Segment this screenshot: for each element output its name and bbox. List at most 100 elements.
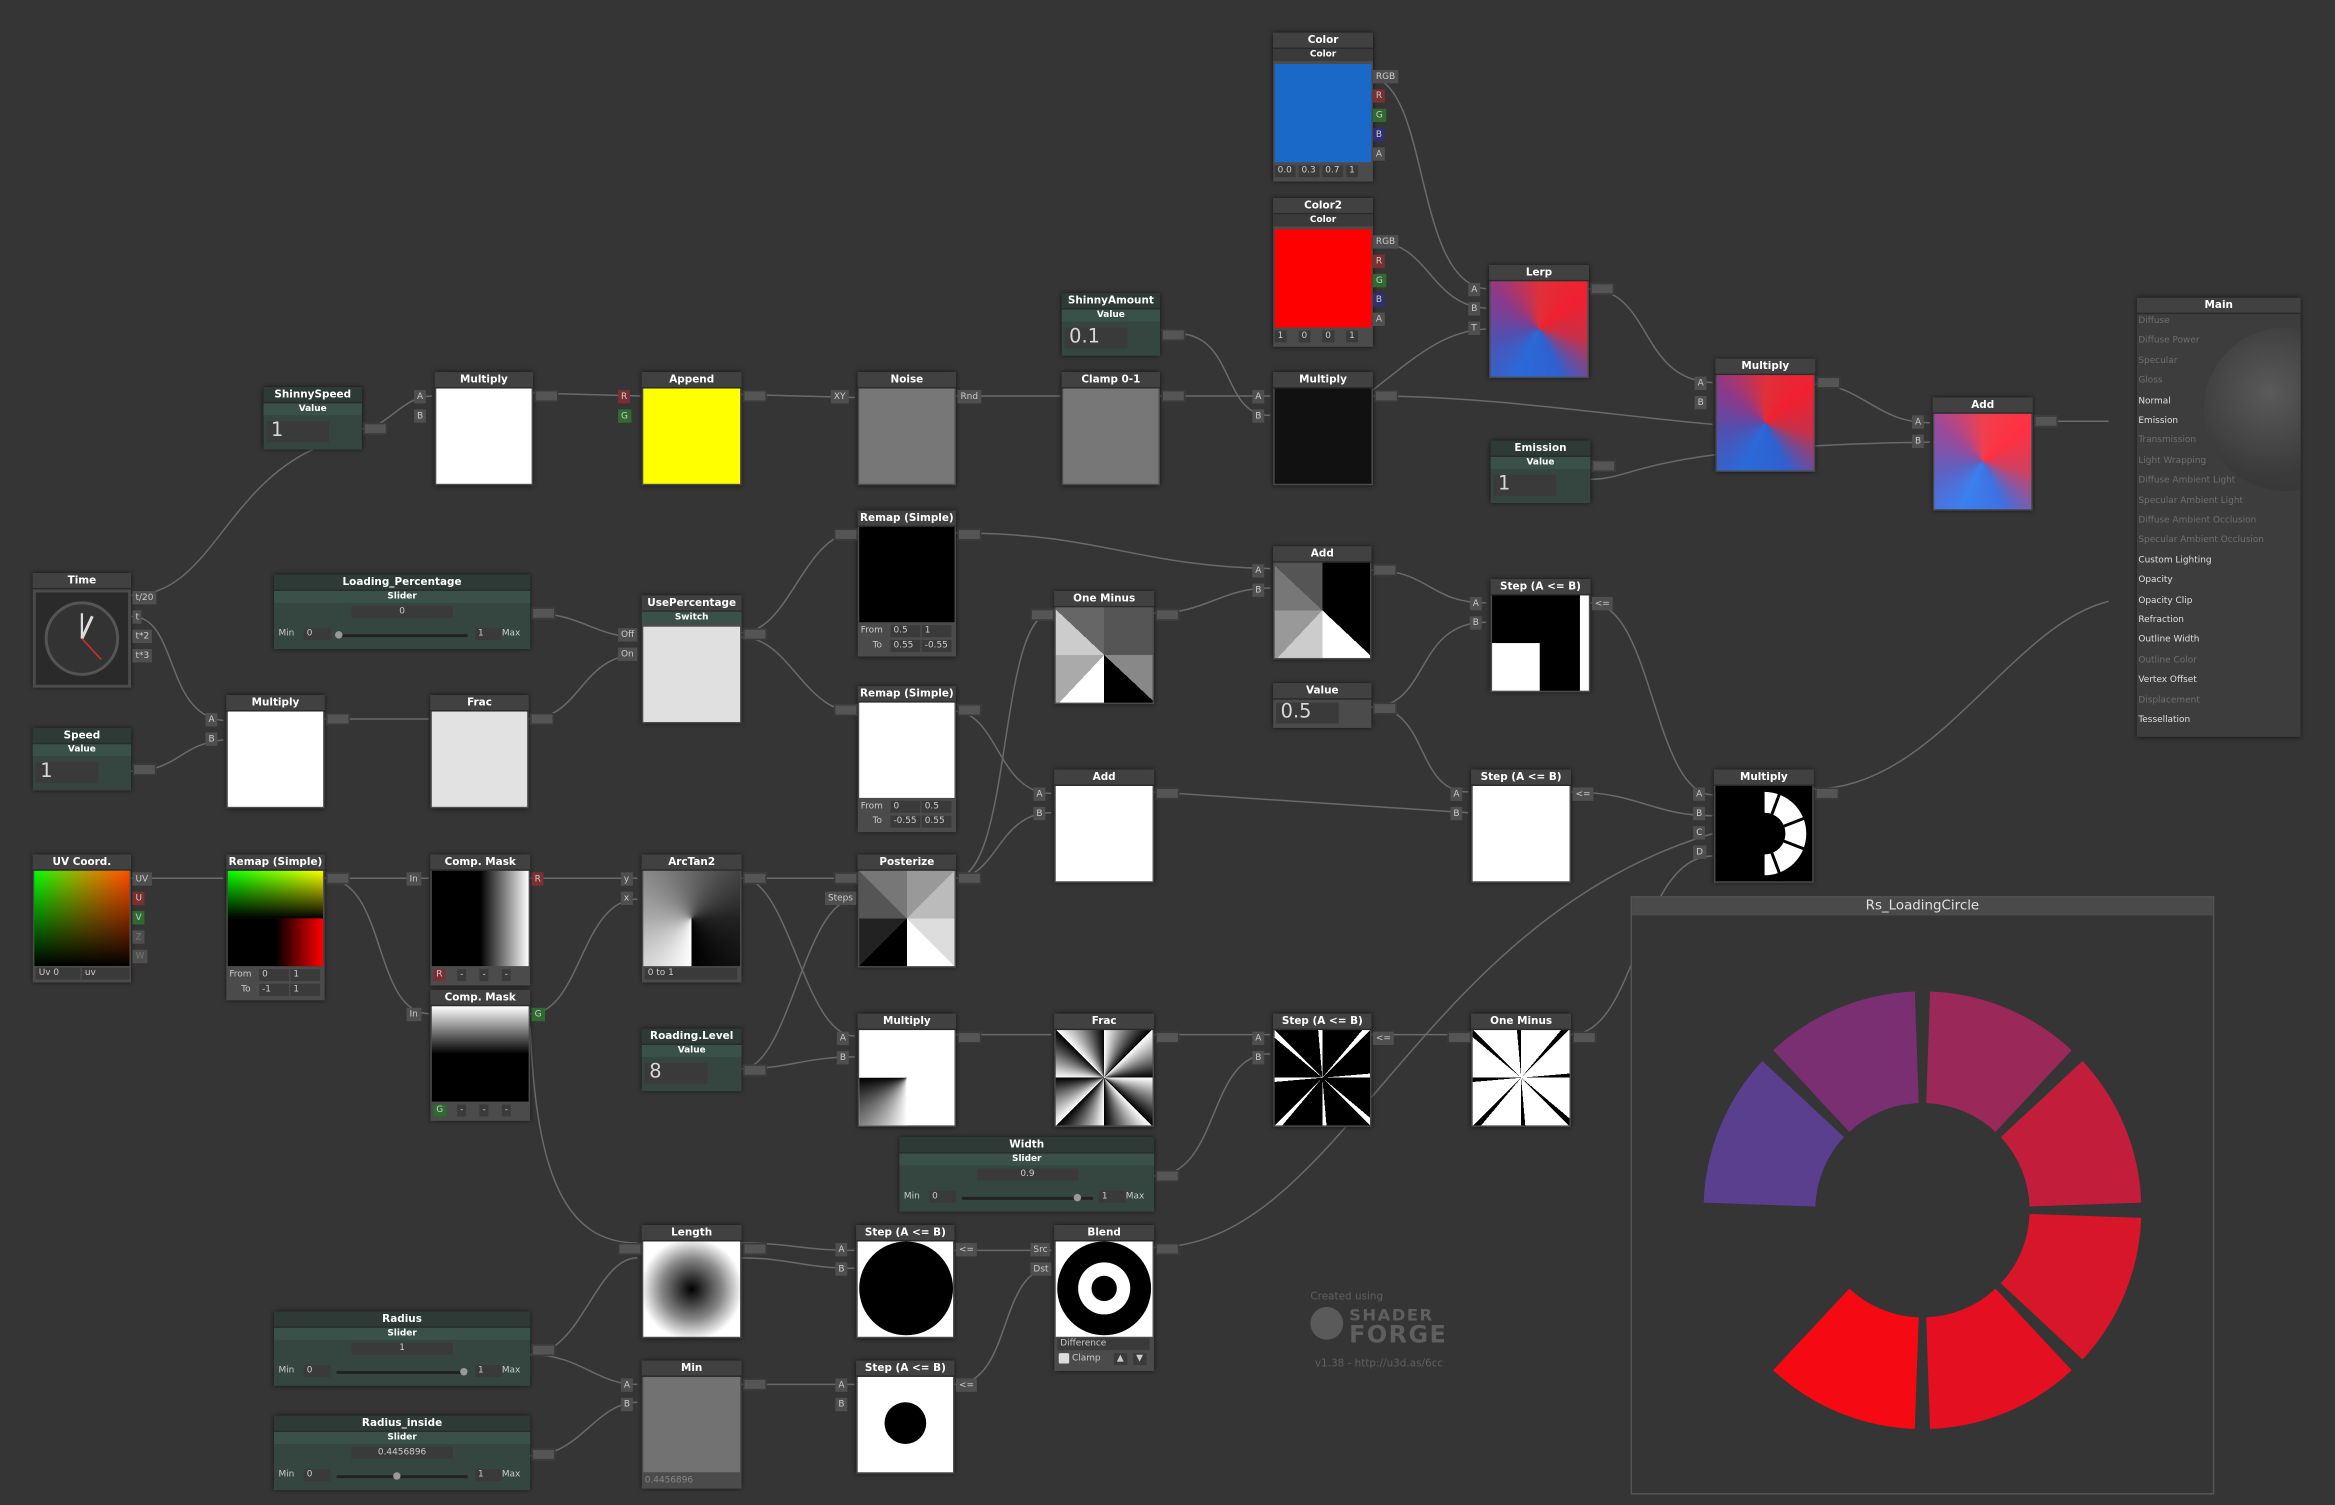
min-input[interactable]: 0	[303, 1469, 331, 1482]
speed-value[interactable]: 1	[35, 761, 99, 784]
port-a[interactable]: A	[1372, 312, 1386, 327]
multiply-node[interactable]: Multiply A B C D	[1693, 769, 1840, 883]
input-port[interactable]	[1447, 1031, 1472, 1044]
output-port[interactable]	[1155, 1031, 1180, 1044]
port-b[interactable]: B	[1033, 806, 1046, 821]
shinny-amount-node[interactable]: ShinnyAmount Value 0.1	[1061, 293, 1186, 356]
main-input-row[interactable]: Transmission	[2137, 432, 2274, 450]
multiply-node[interactable]: Multiply A B	[413, 372, 559, 486]
output-port[interactable]	[1591, 459, 1616, 472]
port-a[interactable]: A	[1450, 787, 1463, 801]
output-port[interactable]	[1155, 1242, 1180, 1255]
max-input[interactable]: 1	[475, 628, 502, 641]
port-a[interactable]: A	[1372, 147, 1386, 161]
to-min[interactable]: -0.55	[890, 815, 921, 828]
width-slider-node[interactable]: Width Slider 0.9 Min 0 1 Max	[899, 1137, 1180, 1212]
multiply-node[interactable]: Multiply A B	[836, 1013, 982, 1127]
from-max[interactable]: 1	[290, 969, 321, 981]
arctan2-node[interactable]: ArcTan2 0 to 1 y x	[620, 854, 767, 983]
color-value-g[interactable]: 0	[1298, 330, 1311, 343]
time-port-t20[interactable]: t/20	[132, 590, 157, 605]
output-port[interactable]	[531, 1448, 556, 1461]
output-port[interactable]	[743, 628, 767, 641]
noise-node[interactable]: Noise XY Rnd	[830, 372, 981, 486]
port-r[interactable]: R	[617, 390, 631, 404]
output-port[interactable]	[531, 607, 556, 620]
use-percentage-switch-node[interactable]: UsePercentage Switch Off On	[617, 595, 767, 724]
slider-handle[interactable]	[335, 631, 343, 639]
main-input-row[interactable]: Opacity	[2137, 572, 2274, 590]
color2-node[interactable]: Color2 Color 1 0 0 1 RGB R G B A	[1273, 197, 1399, 347]
lerp-node[interactable]: Lerp A B T	[1468, 264, 1615, 379]
main-input-row[interactable]: Diffuse Power	[2137, 333, 2274, 351]
from-max[interactable]: 0.5	[921, 800, 952, 813]
input-port[interactable]	[833, 704, 858, 717]
port-b[interactable]: B	[835, 1397, 848, 1412]
value-node[interactable]: Value 0.5	[1273, 683, 1397, 728]
color-node[interactable]: Color Color 0.0 0.3 0.7 1 RGB R G B A	[1273, 32, 1399, 182]
radius-inside-slider-node[interactable]: Radius_inside Slider 0.4456896 Min 0 1 M…	[273, 1415, 556, 1491]
port-b[interactable]: B	[1372, 128, 1386, 142]
step-node[interactable]: Step (A <= B) A B <=	[835, 1360, 977, 1474]
port-a[interactable]: A	[1912, 415, 1925, 429]
port-g[interactable]: G	[1372, 273, 1386, 288]
clamp-node[interactable]: Clamp 0-1	[1061, 372, 1186, 486]
uv-mode-select[interactable]: uv	[81, 967, 130, 980]
port-b[interactable]: B	[1912, 434, 1925, 449]
frac-node[interactable]: Frac	[430, 695, 554, 809]
port-r[interactable]: R	[1372, 254, 1386, 268]
port-src[interactable]: Src	[1030, 1242, 1051, 1257]
output-port[interactable]	[534, 390, 559, 402]
port-b[interactable]: B	[1694, 395, 1707, 410]
slider-current-value[interactable]: 0	[351, 605, 453, 618]
main-output-node[interactable]: Main Diffuse Diffuse Power Specular Gloss No…	[2136, 297, 2301, 737]
port-g[interactable]: G	[531, 1007, 545, 1022]
add-node[interactable]: Add A B	[1033, 769, 1180, 883]
output-port[interactable]	[326, 713, 350, 725]
speed-node[interactable]: Speed Value 1	[32, 727, 157, 791]
port-g[interactable]: G	[1372, 108, 1386, 123]
input-port[interactable]	[833, 528, 858, 541]
emission-node[interactable]: Emission Value 1	[1490, 440, 1616, 504]
mask-channel-4[interactable]: -	[501, 969, 512, 981]
main-input-row[interactable]: Diffuse Ambient Light	[2137, 472, 2274, 490]
from-min[interactable]: 0	[890, 800, 921, 813]
output-port[interactable]	[1816, 376, 1841, 389]
from-min[interactable]: 0.5	[890, 625, 921, 638]
remap-node[interactable]: Remap (Simple) From 0.5 1 To 0.55 -0.55	[833, 510, 982, 657]
port-b[interactable]: B	[1372, 293, 1386, 307]
port-a[interactable]: A	[413, 390, 427, 404]
port-a[interactable]: A	[835, 1242, 848, 1257]
mask-channel-2[interactable]: -	[457, 1104, 467, 1117]
main-input-row[interactable]: Refraction	[2137, 612, 2274, 630]
from-min[interactable]: 0	[259, 969, 289, 981]
frac-node[interactable]: Frac	[1054, 1013, 1180, 1127]
comp-mask-node[interactable]: Comp. Mask G - - - In G	[406, 989, 545, 1121]
port-b[interactable]: B	[1468, 302, 1481, 316]
add-node[interactable]: Add A B	[1252, 546, 1397, 660]
color-value-b[interactable]: 0.7	[1322, 165, 1343, 178]
step-node[interactable]: Step (A <= B) A B <=	[1450, 769, 1594, 883]
port-le[interactable]: <=	[1372, 1031, 1394, 1045]
port-c[interactable]: C	[1693, 826, 1706, 840]
main-input-row[interactable]: Vertex Offset	[2137, 672, 2274, 690]
emission-value[interactable]: 1	[1493, 474, 1557, 496]
port-z[interactable]: Z	[132, 930, 145, 944]
add-node[interactable]: Add A B	[1912, 397, 2058, 511]
comp-mask-node[interactable]: Comp. Mask R - - - In R	[406, 854, 544, 986]
shinny-amount-value[interactable]: 0.1	[1064, 327, 1128, 349]
output-port[interactable]	[326, 872, 350, 885]
main-input-row[interactable]: Displacement	[2137, 692, 2274, 710]
port-uv[interactable]: UV	[132, 872, 152, 886]
min-input[interactable]: 0	[929, 1190, 957, 1203]
port-a[interactable]: A	[1252, 1031, 1265, 1045]
output-port[interactable]	[743, 1242, 767, 1255]
port-x[interactable]: x	[620, 891, 633, 906]
port-t[interactable]: T	[1468, 321, 1480, 335]
port-a[interactable]: A	[1252, 564, 1265, 578]
output-port[interactable]	[1815, 787, 1840, 800]
length-node[interactable]: Length	[617, 1225, 767, 1339]
main-input-row[interactable]: Specular	[2137, 352, 2274, 370]
multiply-node[interactable]: Multiply A B	[1694, 358, 1841, 472]
port-steps[interactable]: Steps	[824, 891, 856, 906]
